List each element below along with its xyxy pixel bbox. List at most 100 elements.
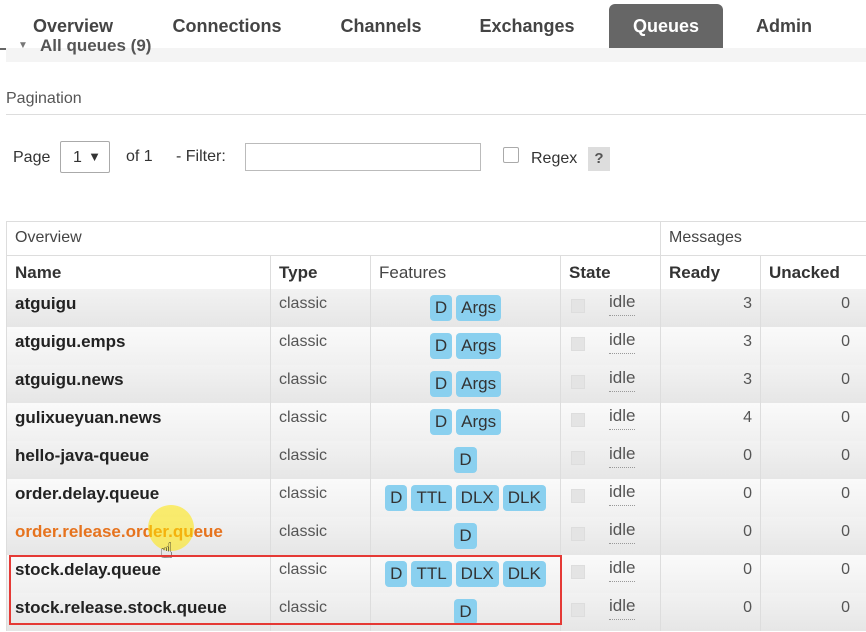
queue-name-link[interactable]: gulixueyuan.news (6, 403, 270, 441)
feature-badge[interactable]: D (454, 522, 477, 549)
feature-badge[interactable]: D (429, 332, 453, 359)
table-row[interactable]: atguigu.emps classic D Args idle 3 0 (6, 327, 866, 365)
collapse-triangle-icon: ▼ (18, 40, 28, 51)
feature-badge[interactable]: Args (456, 370, 502, 397)
ready-count: 3 (660, 289, 760, 327)
col-name[interactable]: Name (6, 255, 270, 289)
page-select[interactable]: 1 ▼ (60, 141, 110, 173)
state-indicator-icon (571, 603, 585, 617)
help-button[interactable]: ? (588, 147, 610, 171)
state-indicator-icon (571, 489, 585, 503)
regex-checkbox[interactable] (503, 147, 519, 163)
state-label: idle (609, 365, 636, 392)
queue-type: classic (270, 327, 370, 365)
queue-name-link[interactable]: atguigu.emps (6, 327, 270, 365)
queue-name-link[interactable]: hello-java-queue (6, 441, 270, 479)
feature-badge[interactable]: Args (456, 294, 502, 321)
queue-type: classic (270, 441, 370, 479)
state-label: idle (609, 441, 636, 468)
queue-features: D (370, 517, 560, 555)
unacked-count: 0 (760, 441, 858, 479)
queue-features: D (370, 441, 560, 479)
unacked-count: 0 (760, 555, 858, 593)
all-queues-heading[interactable]: ▼ All queues (9) (14, 36, 866, 64)
queue-name-link[interactable]: atguigu (6, 289, 270, 327)
ready-count: 0 (660, 555, 760, 593)
unacked-count: 0 (760, 593, 858, 631)
feature-badge[interactable]: D (429, 408, 453, 435)
unacked-count: 0 (760, 479, 858, 517)
all-queues-title: All queues (9) (40, 36, 152, 55)
queue-features: D Args (370, 289, 560, 327)
queue-state: idle (560, 517, 660, 555)
state-indicator-icon (571, 337, 585, 351)
ready-count: 0 (660, 517, 760, 555)
queue-name-link[interactable]: order.release.order.queue (6, 517, 270, 555)
state-indicator-icon (571, 375, 585, 389)
regex-label: Regex (531, 150, 578, 167)
feature-badge[interactable]: D (454, 446, 477, 473)
feature-badge[interactable]: DLX (455, 484, 499, 511)
feature-badge[interactable]: DLK (502, 484, 546, 511)
group-overview: Overview (6, 221, 656, 255)
queue-state: idle (560, 479, 660, 517)
state-indicator-icon (571, 299, 585, 313)
feature-badge[interactable]: D (385, 484, 408, 511)
state-indicator-icon (571, 527, 585, 541)
state-label: idle (609, 593, 636, 620)
feature-badge[interactable]: Args (456, 408, 502, 435)
ready-count: 3 (660, 327, 760, 365)
col-state[interactable]: State (560, 255, 660, 289)
unacked-count: 0 (760, 289, 858, 327)
queue-features: D Args (370, 365, 560, 403)
state-indicator-icon (571, 451, 585, 465)
divider (6, 114, 866, 115)
unacked-count: 0 (760, 517, 858, 555)
col-ready[interactable]: Ready (660, 255, 760, 289)
col-features: Features (370, 255, 560, 289)
table-row[interactable]: atguigu.news classic D Args idle 3 0 (6, 365, 866, 403)
queue-state: idle (560, 327, 660, 365)
state-indicator-icon (571, 413, 585, 427)
state-label: idle (609, 479, 636, 506)
filter-input[interactable] (245, 143, 481, 171)
feature-badge[interactable]: D (429, 294, 453, 321)
chevron-down-icon: ▼ (88, 149, 101, 164)
pagination-title[interactable]: Pagination (6, 90, 82, 108)
queue-type: classic (270, 403, 370, 441)
highlight-box (9, 555, 562, 625)
state-label: idle (609, 403, 636, 430)
ready-count: 3 (660, 365, 760, 403)
table-row[interactable]: hello-java-queue classic Didle 0 0 (6, 441, 866, 479)
state-label: idle (609, 289, 636, 316)
unacked-count: 0 (760, 365, 858, 403)
ready-count: 0 (660, 479, 760, 517)
table-row[interactable]: gulixueyuan.news classic D Args idle 4 0 (6, 403, 866, 441)
queue-state: idle (560, 403, 660, 441)
ready-count: 0 (660, 593, 760, 631)
queue-state: idle (560, 289, 660, 327)
unacked-count: 0 (760, 403, 858, 441)
ready-count: 0 (660, 441, 760, 479)
table-row[interactable]: order.release.order.queue classic Didle 0 0 (6, 517, 866, 555)
queue-name-link[interactable]: order.delay.queue (6, 479, 270, 517)
queue-state: idle (560, 555, 660, 593)
feature-badge[interactable]: TTL (411, 484, 452, 511)
state-indicator-icon (571, 565, 585, 579)
col-type[interactable]: Type (270, 255, 370, 289)
filter-label: - Filter: (176, 148, 226, 165)
queue-features: D TTL DLX DLK (370, 479, 560, 517)
feature-badge[interactable]: D (429, 370, 453, 397)
page-select-value: 1 (73, 149, 82, 166)
col-unacked[interactable]: Unacked (760, 255, 866, 289)
state-label: idle (609, 327, 636, 354)
queue-type: classic (270, 289, 370, 327)
queue-type: classic (270, 517, 370, 555)
table-row[interactable]: atguigu classic D Args idle 3 0 (6, 289, 866, 327)
queue-name-link[interactable]: atguigu.news (6, 365, 270, 403)
feature-badge[interactable]: Args (456, 332, 502, 359)
group-messages: Messages (660, 221, 866, 255)
queue-features: D Args (370, 403, 560, 441)
table-row[interactable]: order.delay.queue classic D TTL DLX DLK idle 0 0 (6, 479, 866, 517)
ready-count: 4 (660, 403, 760, 441)
